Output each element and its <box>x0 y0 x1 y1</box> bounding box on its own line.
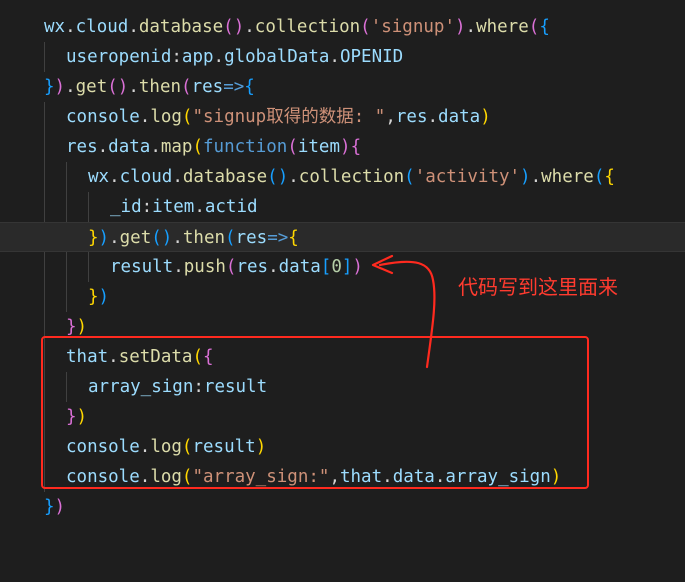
code-text: }).get().then(res=>{ <box>44 77 255 97</box>
code-text: res.data.map(function(item){ <box>66 137 362 157</box>
code-line[interactable]: }).get().then(res=>{ <box>0 72 685 102</box>
code-line[interactable]: wx.cloud.database().collection('signup')… <box>0 12 685 42</box>
annotation-label: 代码写到这里面来 <box>458 275 618 299</box>
code-line-current[interactable]: }).get().then(res=>{ <box>0 222 685 252</box>
code-line[interactable]: }) <box>0 492 685 522</box>
code-text: wx.cloud.database().collection('signup')… <box>44 17 550 37</box>
code-text: useropenid:app.globalData.OPENID <box>66 47 404 67</box>
code-text: _id:item.actid <box>110 197 258 217</box>
code-line[interactable]: res.data.map(function(item){ <box>0 132 685 162</box>
code-line[interactable]: console.log("signup取得的数据: ",res.data) <box>0 102 685 132</box>
code-line[interactable]: _id:item.actid <box>0 192 685 222</box>
code-editor[interactable]: wx.cloud.database().collection('signup')… <box>0 0 685 523</box>
code-text: console.log("signup取得的数据: ",res.data) <box>66 107 491 127</box>
code-line[interactable]: wx.cloud.database().collection('activity… <box>0 162 685 192</box>
code-text: }) <box>44 497 66 517</box>
code-line[interactable]: useropenid:app.globalData.OPENID <box>0 42 685 72</box>
code-text: }).get().then(res=>{ <box>88 228 299 248</box>
code-text: result.push(res.data[0]) <box>110 257 363 277</box>
code-text: wx.cloud.database().collection('activity… <box>88 167 615 187</box>
highlight-box <box>41 336 589 489</box>
code-text: }) <box>88 287 110 307</box>
